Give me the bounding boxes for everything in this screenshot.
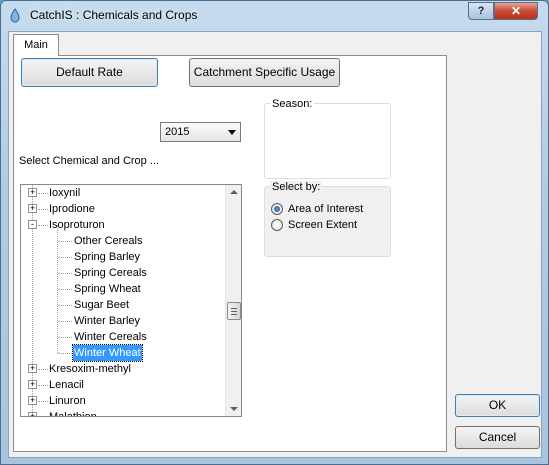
tree-item-label: Malathion xyxy=(49,411,97,417)
tree-item-winter-cereals[interactable]: Winter Cereals xyxy=(21,329,225,345)
scroll-up-icon[interactable] xyxy=(230,190,238,194)
tree-item-linuron[interactable]: + Linuron xyxy=(21,393,225,409)
scroll-down-icon[interactable] xyxy=(230,407,238,411)
tree-connector xyxy=(58,321,72,322)
tree-item-label: Kresoxim-methyl xyxy=(49,363,131,375)
select-by-label: Select by: xyxy=(270,181,323,193)
year-select[interactable]: 2015 xyxy=(160,122,241,142)
tree-connector xyxy=(38,209,48,210)
dialog-window: CatchIS : Chemicals and Crops ? ✕ Main D… xyxy=(0,0,549,465)
tree-connector xyxy=(58,305,72,306)
radio-unchecked-icon[interactable] xyxy=(271,219,283,231)
dialog-client: Main Default Rate Catchment Specific Usa… xyxy=(8,31,542,458)
ok-button[interactable]: OK xyxy=(455,394,540,417)
tree-connector xyxy=(58,337,72,338)
expand-icon[interactable]: + xyxy=(28,364,37,373)
tree-item-sugar-beet[interactable]: Sugar Beet xyxy=(21,297,225,313)
window-title: CatchIS : Chemicals and Crops xyxy=(30,8,198,22)
tree-scrollbar[interactable] xyxy=(225,185,241,416)
tree-item-label: Spring Wheat xyxy=(74,283,141,295)
chemical-crop-label: Select Chemical and Crop ... xyxy=(19,155,160,167)
radio-checked-icon[interactable] xyxy=(271,203,283,215)
radio-area-of-interest[interactable]: Area of Interest xyxy=(271,201,363,217)
tree-item-isoproturon[interactable]: - Isoproturon xyxy=(21,217,225,233)
tree-connector xyxy=(38,401,48,402)
tree-item-lenacil[interactable]: + Lenacil xyxy=(21,377,225,393)
catchment-usage-button[interactable]: Catchment Specific Usage xyxy=(189,58,340,87)
tree-item-label: Lenacil xyxy=(49,379,84,391)
tree-connector xyxy=(58,353,72,354)
tree-connector xyxy=(58,257,72,258)
close-button[interactable]: ✕ xyxy=(494,2,538,20)
season-label: Season: xyxy=(270,98,315,110)
chevron-down-icon xyxy=(228,130,236,135)
tree-item-iprodione[interactable]: + Iprodione xyxy=(21,201,225,217)
cancel-button[interactable]: Cancel xyxy=(455,426,540,449)
tree-item-label-selected: Winter Wheat xyxy=(72,344,143,362)
tree-item-label: Iprodione xyxy=(49,203,95,215)
season-listbox[interactable] xyxy=(264,103,391,179)
tree-connector xyxy=(38,225,48,226)
tree-item-label: Spring Cereals xyxy=(74,267,147,279)
tree-item-kresoxim-methyl[interactable]: + Kresoxim-methyl xyxy=(21,361,225,377)
tree-item-other-cereals[interactable]: Other Cereals xyxy=(21,233,225,249)
tree-connector xyxy=(58,289,72,290)
collapse-icon[interactable]: - xyxy=(28,220,37,229)
help-button[interactable]: ? xyxy=(468,2,494,20)
chemical-crop-tree[interactable]: + Ioxynil + Iprodione - Isoproturon Othe… xyxy=(20,184,242,417)
tree-item-label: Other Cereals xyxy=(74,235,143,247)
tree-item-label: Sugar Beet xyxy=(74,299,130,311)
tree-connector xyxy=(38,193,48,194)
tree-item-spring-cereals[interactable]: Spring Cereals xyxy=(21,265,225,281)
expand-icon[interactable]: + xyxy=(28,380,37,389)
tree-item-malathion[interactable]: + Malathion xyxy=(21,409,225,417)
tab-main[interactable]: Main xyxy=(13,34,59,56)
tree-item-label: Linuron xyxy=(49,395,86,407)
default-rate-button[interactable]: Default Rate xyxy=(21,58,158,87)
expand-icon[interactable]: + xyxy=(28,188,37,197)
tree-item-label: Winter Cereals xyxy=(74,331,147,343)
tree-item-winter-barley[interactable]: Winter Barley xyxy=(21,313,225,329)
tree-item-label: Ioxynil xyxy=(49,187,81,199)
year-select-value: 2015 xyxy=(165,126,190,138)
title-bar[interactable]: CatchIS : Chemicals and Crops ? ✕ xyxy=(1,1,548,31)
tree-item-ioxynil[interactable]: + Ioxynil xyxy=(21,185,225,201)
tree-connector xyxy=(58,241,72,242)
expand-icon[interactable]: + xyxy=(28,204,37,213)
tree-item-spring-barley[interactable]: Spring Barley xyxy=(21,249,225,265)
tree-item-label: Winter Barley xyxy=(74,315,141,327)
radio-label: Area of Interest xyxy=(288,203,364,215)
grip-line xyxy=(231,311,237,312)
expand-icon[interactable]: + xyxy=(28,412,37,416)
tree-connector xyxy=(58,273,72,274)
tree-connector xyxy=(38,385,48,386)
expand-icon[interactable]: + xyxy=(28,396,37,405)
tab-panel-main: Default Rate Catchment Specific Usage Se… xyxy=(13,55,447,452)
tree-connector xyxy=(38,369,48,370)
tree-item-winter-wheat[interactable]: Winter Wheat xyxy=(21,344,225,362)
radio-screen-extent[interactable]: Screen Extent xyxy=(271,217,357,233)
radio-label: Screen Extent xyxy=(288,219,358,231)
tree-item-spring-wheat[interactable]: Spring Wheat xyxy=(21,281,225,297)
grip-line xyxy=(231,308,237,309)
tree-item-label: Isoproturon xyxy=(49,219,105,231)
scroll-thumb[interactable] xyxy=(227,302,241,320)
grip-line xyxy=(231,314,237,315)
tree-item-label: Spring Barley xyxy=(74,251,141,263)
app-icon xyxy=(10,8,20,23)
